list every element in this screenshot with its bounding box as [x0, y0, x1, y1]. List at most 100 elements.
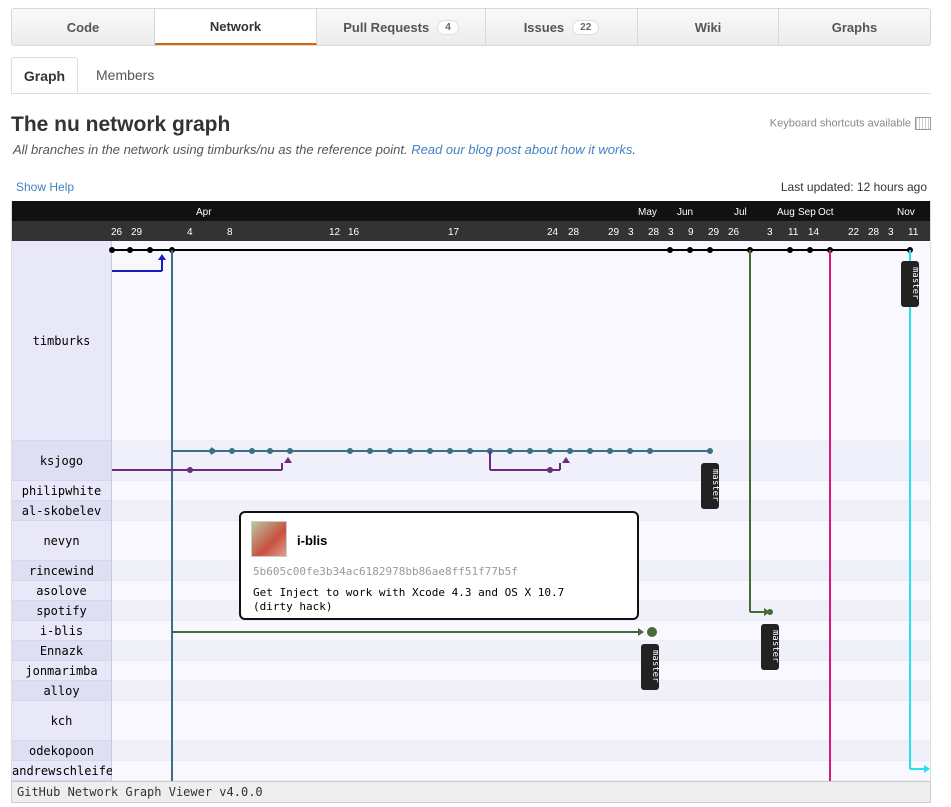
tab-code[interactable]: Code — [12, 9, 155, 45]
day-label: 3 — [767, 227, 773, 238]
commit-dot — [127, 247, 133, 253]
branch-label-master: master — [650, 650, 660, 683]
day-label: 16 — [348, 227, 360, 238]
commit-dot — [627, 448, 633, 454]
avatar — [251, 521, 287, 557]
repo-tabs: Code Network Pull Requests 4 Issues 22 Wik… — [11, 8, 931, 46]
tab-wiki[interactable]: Wiki — [638, 9, 779, 45]
month-label: Oct — [818, 207, 834, 218]
commit-dot — [647, 448, 653, 454]
network-canvas[interactable]: Apr May Jun Jul Aug Sep Oct Nov 26 29 4 8 12 16 17 24 28… — [12, 201, 931, 781]
row-stripe — [112, 661, 930, 681]
row-stripe — [112, 641, 930, 661]
commit-dot — [287, 448, 293, 454]
count-badge: 4 — [437, 19, 459, 35]
day-label: 29 — [708, 227, 720, 238]
row-stripe — [112, 681, 930, 701]
day-label: 3 — [628, 227, 634, 238]
graph-footer: GitHub Network Graph Viewer v4.0.0 — [11, 781, 931, 803]
month-label: Aug — [777, 207, 795, 218]
commit-message: Get Inject to work with Xcode 4.3 and OS… — [253, 586, 565, 613]
commit-dot — [707, 448, 713, 454]
tab-network[interactable]: Network — [155, 9, 317, 45]
commit-dot — [467, 448, 473, 454]
commit-dot — [507, 448, 513, 454]
subtitle-suffix: . — [632, 142, 636, 157]
branch-label-master: master — [770, 630, 780, 663]
month-label: May — [638, 207, 657, 218]
network-subtabs: Graph Members — [11, 57, 931, 94]
commit-dot — [147, 247, 153, 253]
row-stripe — [112, 701, 930, 741]
tab-issues[interactable]: Issues 22 — [486, 9, 638, 45]
commit-dot — [807, 247, 813, 253]
month-label: Apr — [196, 207, 212, 218]
month-label: Jun — [677, 207, 693, 218]
commit-dot — [667, 247, 673, 253]
row-stripe — [112, 741, 930, 761]
commit-popup: i-blis 5b605c00fe3b34ac6182978bb86ae8ff5… — [239, 511, 639, 620]
keyboard-icon — [915, 117, 931, 130]
day-label: 24 — [547, 227, 559, 238]
commit-dot — [187, 467, 193, 473]
day-label: 22 — [848, 227, 860, 238]
blog-post-link[interactable]: Read our blog post about how it works — [411, 142, 632, 157]
commit-dot — [587, 448, 593, 454]
commit-sha[interactable]: 5b605c00fe3b34ac6182978bb86ae8ff51f77b5f — [253, 565, 518, 578]
day-label: 28 — [648, 227, 660, 238]
tab-label: Graphs — [831, 19, 878, 35]
keyboard-shortcuts-label: Keyboard shortcuts available — [769, 117, 911, 130]
row-stripe — [112, 761, 930, 781]
day-label: 8 — [227, 227, 233, 238]
day-label: 17 — [448, 227, 460, 238]
commit-dot — [267, 448, 273, 454]
page-title: The nu network graph — [11, 113, 231, 136]
commit-dot — [387, 448, 393, 454]
day-label: 12 — [329, 227, 341, 238]
month-label: Sep — [798, 207, 816, 218]
commit-dot — [447, 448, 453, 454]
commit-dot-selected — [647, 627, 657, 637]
day-label: 14 — [808, 227, 820, 238]
day-label: 26 — [111, 227, 123, 238]
commit-dot — [607, 448, 613, 454]
show-help-link[interactable]: Show Help — [16, 180, 74, 194]
day-label: 29 — [131, 227, 143, 238]
day-label: 11 — [788, 227, 799, 238]
day-label: 28 — [868, 227, 880, 238]
commit-dot — [567, 448, 573, 454]
tab-pull-requests[interactable]: Pull Requests 4 — [317, 9, 486, 45]
tab-label: Wiki — [694, 19, 722, 35]
tab-label: Network — [209, 18, 262, 34]
commit-dot — [787, 247, 793, 253]
month-label: Nov — [897, 207, 915, 218]
subtab-graph[interactable]: Graph — [11, 57, 78, 93]
day-label: 4 — [187, 227, 193, 238]
day-label: 29 — [608, 227, 620, 238]
row-stripe — [112, 241, 930, 441]
day-label: 3 — [888, 227, 894, 238]
commit-dot — [347, 448, 353, 454]
last-updated: Last updated: 12 hours ago — [780, 180, 927, 194]
month-label: Jul — [734, 207, 747, 218]
page-subtitle: All branches in the network using timbur… — [13, 142, 636, 157]
commit-dot — [707, 247, 713, 253]
branch-label-master: master — [910, 267, 920, 300]
day-label: 3 — [668, 227, 674, 238]
day-label: 26 — [728, 227, 740, 238]
network-graph[interactable]: timburks ksjogo philipwhite al-skobelev nevy… — [11, 201, 931, 781]
tab-graphs[interactable]: Graphs — [779, 9, 930, 45]
commit-dot — [767, 609, 773, 615]
commit-dot — [527, 448, 533, 454]
subtab-members[interactable]: Members — [96, 57, 154, 93]
row-stripe — [112, 481, 930, 501]
keyboard-shortcuts-hint[interactable]: Keyboard shortcuts available — [770, 117, 931, 130]
commit-dot — [407, 448, 413, 454]
commit-dot — [547, 467, 553, 473]
subtitle-mid: as the reference point. — [274, 142, 412, 157]
tab-label: Code — [66, 19, 100, 35]
commit-dot — [249, 448, 255, 454]
commit-author: i-blis — [297, 533, 328, 548]
branch-label-master: master — [710, 469, 720, 502]
tab-label: Issues — [523, 19, 565, 35]
